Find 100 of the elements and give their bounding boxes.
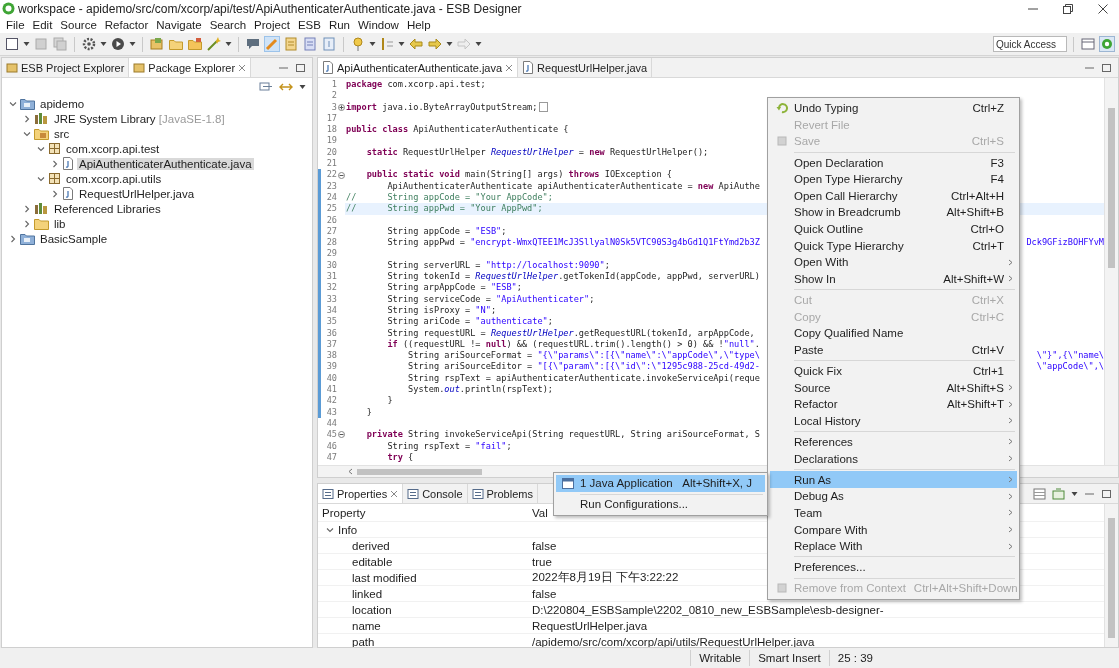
shortcut-text: Alt+Shift+S [946, 381, 1004, 394]
shortcut-text: Ctrl+C [971, 310, 1004, 323]
menu-item[interactable]: Paste Ctrl+V [770, 341, 1017, 359]
menu-item[interactable]: Copy Qualified Name [770, 324, 1017, 342]
quick-access-field[interactable]: Quick Access [993, 36, 1067, 52]
menu-item[interactable]: Quick Type Hierarchy Ctrl+T [770, 237, 1017, 254]
menu-item[interactable]: Show In Alt+Shift+W [770, 270, 1017, 288]
tree-item[interactable]: Referenced Libraries [52, 202, 163, 215]
menu-bar-item[interactable]: Search [205, 19, 251, 31]
line-number: 3 [330, 101, 337, 113]
line-number: 38 [325, 350, 337, 362]
code-line: // String appCode = "Your AppCode"; [346, 191, 553, 204]
menu-bar-item[interactable]: Run [324, 19, 354, 31]
menu-item[interactable]: Preferences... [770, 559, 1017, 576]
code-line: String ariCode = "authenticate"; [386, 316, 553, 328]
code-line: // String appPwd = "Your AppPwd"; [346, 203, 543, 215]
editor-tab[interactable]: ApiAuthenticaterAuthenticate.java [318, 58, 519, 77]
property-value: 2022年8月19日 下午3:22:22 [531, 570, 679, 585]
menu-bar-item[interactable]: Refactor [100, 19, 153, 31]
code-line: String appCode = "ESB"; [386, 225, 507, 238]
line-number: 31 [325, 271, 337, 283]
code-line: if ((requestURL != null) && (requestURL.trim().length() > 0) && !"null". [386, 338, 760, 351]
menu-bar-item[interactable]: Window [354, 19, 403, 31]
view-tab[interactable]: Problems [467, 484, 538, 503]
line-number: 26 [325, 214, 337, 226]
line-number: 25 [325, 203, 337, 215]
menu-item[interactable]: References [770, 433, 1017, 451]
code-line: String isProxy = "N"; [386, 304, 497, 317]
menu-item[interactable]: Open Declaration F3 [770, 154, 1017, 171]
property-value: /apidemo/src/com/xcorp/api/utils/RequestUrlHelper.java [531, 635, 815, 647]
menu-item[interactable]: Replace With [770, 537, 1017, 555]
code-line: String requestURL = RequestUrlHelper.getRequestURL(tokenId, arpAppCode, [386, 327, 755, 339]
menu-bar-item[interactable]: File [2, 19, 29, 31]
code-line: String ariSourceEditor = "[{\"param\":[{\"id\":\"1295c988-25cd-49d2- [407, 361, 760, 373]
code-line: public class ApiAuthenticaterAuthenticate { [346, 124, 569, 136]
shortcut-text: Ctrl+O [970, 223, 1004, 236]
menu-item[interactable]: Open Call Hierarchy Ctrl+Alt+H [770, 187, 1017, 205]
menu-bar-item[interactable]: Source [56, 19, 101, 31]
code-line: String tokenId = RequestUrlHelper.getTokenId(appCode, appPwd, serverURL) [386, 271, 760, 283]
line-number: 45 [325, 429, 337, 441]
menu-item[interactable]: Source Alt+Shift+S [770, 379, 1017, 396]
menu-item[interactable]: Open Type Hierarchy F4 [770, 170, 1017, 188]
column-header[interactable]: Property [318, 506, 366, 519]
tree-item[interactable]: apidemo [38, 97, 87, 110]
line-number: 39 [325, 361, 337, 373]
line-number: 33 [325, 293, 337, 305]
property-value: false [531, 587, 557, 600]
line-number: 1 [330, 79, 337, 91]
tree-item[interactable]: lib [52, 217, 68, 230]
menu-bar-item[interactable]: Navigate [152, 19, 206, 31]
menu-item[interactable]: Run As [770, 471, 1017, 489]
editor-tab[interactable]: RequestUrlHelper.java [518, 58, 653, 77]
code-line: } [386, 395, 393, 407]
menu-item[interactable]: Quick Outline Ctrl+O [770, 220, 1017, 238]
code-line: String rspText = "fail"; [386, 440, 512, 452]
tree-item[interactable]: com.xcorp.api.utils [64, 172, 164, 185]
menu-item[interactable]: Compare With [770, 521, 1017, 538]
code-line: String ariSourceFormat = "{\"params\":[{\"name\":\"appCode\",\"type\ [407, 350, 760, 362]
code-line: import java.io.ByteArrayOutputStream; [346, 101, 538, 113]
shortcut-text: Ctrl+T [972, 239, 1004, 252]
shortcut-text: Ctrl+Alt+H [950, 189, 1004, 202]
view-tab[interactable]: Package Explorer [129, 58, 252, 77]
menu-item[interactable]: Team [770, 504, 1017, 522]
tree-item[interactable]: src [52, 127, 72, 140]
menu-bar-item[interactable]: ESB [293, 19, 325, 31]
property-value: false [531, 539, 557, 552]
tree-item[interactable]: JRE System Library [JavaSE-1.8] [52, 112, 227, 125]
tree-item[interactable]: BasicSample [38, 232, 110, 245]
code-line: try { [386, 451, 414, 464]
menu-item[interactable]: Debug As [770, 488, 1017, 505]
menu-bar-item[interactable]: Project [250, 19, 294, 31]
shortcut-text: Alt+Shift+B [946, 206, 1004, 219]
tree-item[interactable]: RequestUrlHelper.java [77, 187, 197, 200]
line-number: 34 [325, 304, 337, 317]
menu-item[interactable]: Undo Typing Ctrl+Z [770, 100, 1017, 117]
column-header[interactable]: Val [528, 506, 548, 519]
tree-item[interactable]: ApiAuthenticaterAuthenticate.java [77, 157, 254, 170]
shortcut-text: Ctrl+S [971, 135, 1004, 148]
line-number: 24 [325, 191, 337, 204]
menu-item[interactable]: Quick Fix Ctrl+1 [770, 362, 1017, 380]
menu-item[interactable]: Declarations [770, 450, 1017, 467]
tree-item[interactable]: com.xcorp.api.test [64, 142, 162, 155]
menu-item[interactable]: Show in Breadcrumb Alt+Shift+B [770, 204, 1017, 221]
line-number: 41 [325, 384, 337, 396]
property-value: RequestUrlHelper.java [531, 619, 648, 632]
property-value: true [531, 555, 552, 568]
view-tab[interactable]: Properties [318, 484, 404, 503]
menu-item[interactable]: Refactor Alt+Shift+T [770, 395, 1017, 413]
menu-bar-item[interactable]: Edit [28, 19, 57, 31]
view-tab[interactable]: Console [403, 484, 468, 503]
menu-bar-item[interactable]: Help [402, 19, 435, 31]
menu-item[interactable]: Local History [770, 412, 1017, 430]
line-number: 32 [325, 282, 337, 294]
code-line: public static void main(String[] args) throws IOException { [365, 169, 672, 181]
menu-item[interactable]: Run Configurations... [556, 496, 765, 513]
menu-item[interactable]: 1 Java Application Alt+Shift+X, J [556, 475, 765, 492]
line-number: 21 [325, 158, 337, 170]
code-line: private String invokeServiceApi(String requestURL, String ariSourceFormat, S [365, 429, 760, 441]
line-number: 46 [325, 440, 337, 452]
menu-item[interactable]: Open With [770, 253, 1017, 271]
